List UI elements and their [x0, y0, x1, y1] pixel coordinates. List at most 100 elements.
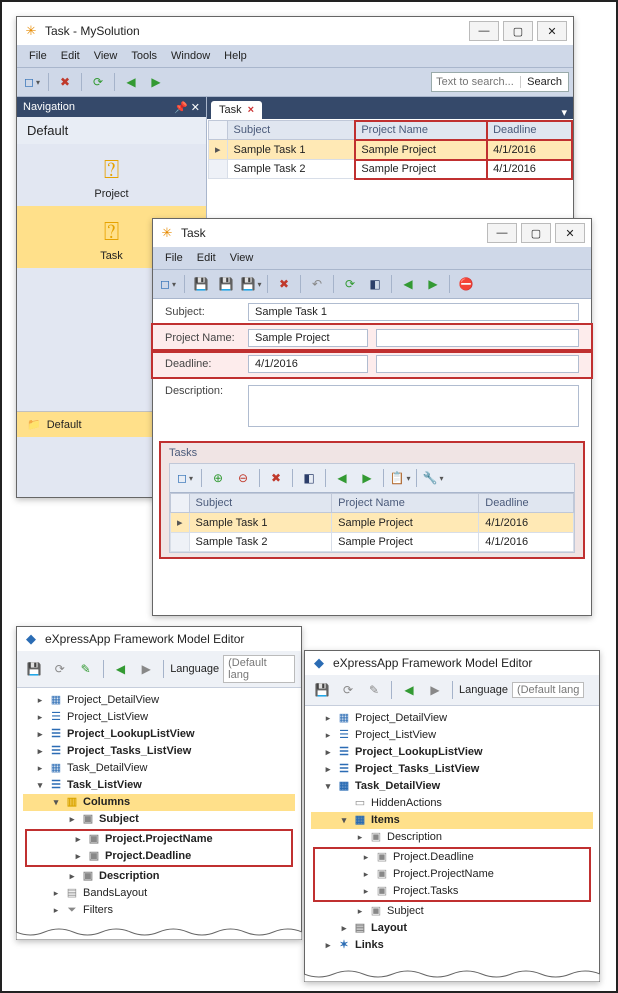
export-button[interactable]: 📋 [389, 467, 411, 489]
new-button[interactable]: ◻ [174, 467, 196, 489]
tree-node[interactable]: Project_LookupListView [67, 726, 195, 743]
deadline-picker[interactable] [376, 355, 579, 373]
refresh-button[interactable]: ⟳ [87, 71, 109, 93]
tree-node[interactable]: Project_LookupListView [355, 744, 483, 761]
maximize-button[interactable]: ▢ [521, 223, 551, 243]
clone-button[interactable]: ◧ [298, 467, 320, 489]
nav-back-button[interactable]: ◀ [397, 273, 419, 295]
clone-button[interactable]: ◧ [364, 273, 386, 295]
delete-button[interactable]: ✖ [54, 71, 76, 93]
nav-forward-button[interactable]: ▶ [424, 679, 446, 701]
table-row[interactable]: Sample Task 2 Sample Project 4/1/2016 [171, 533, 574, 552]
menu-view[interactable]: View [224, 250, 260, 266]
projectname-input[interactable]: Sample Project [248, 329, 368, 347]
close-button[interactable]: ✕ [555, 223, 585, 243]
menu-help[interactable]: Help [218, 48, 253, 64]
tree-node[interactable]: Layout [371, 920, 407, 937]
col-projectname[interactable]: Project Name [355, 121, 487, 140]
tab-close-icon[interactable]: × [248, 104, 254, 116]
col-projectname[interactable]: Project Name [332, 494, 479, 513]
tree-node[interactable]: BandsLayout [83, 885, 147, 902]
nav-item-project[interactable]: ⍰ Project [17, 144, 206, 206]
tree-node[interactable]: Project.ProjectName [105, 831, 213, 848]
table-row[interactable]: ▸ Sample Task 1 Sample Project 4/1/2016 [171, 513, 574, 533]
tree-node[interactable]: Description [387, 829, 442, 846]
task-grid[interactable]: Subject Project Name Deadline ▸ Sample T… [208, 120, 572, 179]
save-button[interactable]: 💾 [190, 273, 212, 295]
projectname-lookup[interactable] [376, 329, 579, 347]
minimize-button[interactable]: — [487, 223, 517, 243]
diff-button[interactable]: ✎ [75, 658, 97, 680]
delete-button[interactable]: ✖ [273, 273, 295, 295]
table-row[interactable]: ▸ Sample Task 1 Sample Project 4/1/2016 [209, 140, 572, 160]
tree-node[interactable]: Task_DetailView [67, 760, 148, 777]
nav-back-button[interactable]: ◀ [120, 71, 142, 93]
nav-forward-button[interactable]: ▶ [135, 658, 157, 680]
language-selector[interactable]: (Default lang [223, 655, 295, 683]
menu-edit[interactable]: Edit [55, 48, 86, 64]
tree-node[interactable]: Project_DetailView [67, 692, 159, 709]
refresh-button[interactable]: ⟳ [339, 273, 361, 295]
tab-dropdown-icon[interactable]: ▾ [555, 106, 573, 119]
nav-forward-button[interactable]: ▶ [145, 71, 167, 93]
new-button[interactable]: ◻ [21, 71, 43, 93]
tree-node[interactable]: Project_ListView [67, 709, 148, 726]
delete-button[interactable]: ✖ [265, 467, 287, 489]
pin-icon[interactable]: 📌 ✕ [174, 101, 200, 114]
nav-forward-button[interactable]: ▶ [422, 273, 444, 295]
language-selector[interactable]: (Default lang [512, 682, 584, 698]
tree-node[interactable]: Project.Deadline [393, 849, 474, 866]
close-button[interactable]: ✕ [537, 21, 567, 41]
tab-task[interactable]: Task × [211, 101, 262, 119]
tree-node[interactable]: HiddenActions [371, 795, 442, 812]
menu-tools[interactable]: Tools [125, 48, 163, 64]
nav-forward-button[interactable]: ▶ [356, 467, 378, 489]
model-tree[interactable]: ▸▦Project_DetailView ▸☰Project_ListView … [305, 706, 599, 964]
tree-node[interactable]: Project_DetailView [355, 710, 447, 727]
tree-node[interactable]: Project_ListView [355, 727, 436, 744]
refresh-button[interactable]: ⟳ [49, 658, 71, 680]
menu-window[interactable]: Window [165, 48, 216, 64]
nav-back-button[interactable]: ◀ [331, 467, 353, 489]
col-subject[interactable]: Subject [189, 494, 332, 513]
save-close-button[interactable]: 💾 [215, 273, 237, 295]
save-button[interactable]: 💾 [23, 658, 45, 680]
tree-node[interactable]: Task_DetailView [355, 778, 440, 795]
tree-node[interactable]: Project_Tasks_ListView [67, 743, 191, 760]
diff-button[interactable]: ✎ [363, 679, 385, 701]
nested-tasks-grid[interactable]: Subject Project Name Deadline ▸ Sample T… [170, 493, 574, 552]
menu-file[interactable]: File [23, 48, 53, 64]
col-deadline[interactable]: Deadline [479, 494, 574, 513]
tree-node[interactable]: Filters [83, 902, 113, 919]
close-record-button[interactable]: ⛔ [455, 273, 477, 295]
new-button[interactable]: ◻ [157, 273, 179, 295]
tree-node[interactable]: Description [99, 868, 160, 885]
tree-node[interactable]: Task_ListView [67, 777, 142, 794]
model-tree[interactable]: ▸▦Project_DetailView ▸☰Project_ListView … [17, 688, 301, 929]
col-deadline[interactable]: Deadline [487, 121, 572, 140]
deadline-input[interactable]: 4/1/2016 [248, 355, 368, 373]
menu-view[interactable]: View [88, 48, 124, 64]
undo-button[interactable]: ↶ [306, 273, 328, 295]
tools-button[interactable]: 🔧 [422, 467, 444, 489]
tree-node[interactable]: Subject [99, 811, 139, 828]
nav-back-button[interactable]: ◀ [398, 679, 420, 701]
search-input[interactable] [432, 76, 520, 88]
unlink-button[interactable]: ⊖ [232, 467, 254, 489]
tree-node[interactable]: Project_Tasks_ListView [355, 761, 479, 778]
maximize-button[interactable]: ▢ [503, 21, 533, 41]
nav-back-button[interactable]: ◀ [110, 658, 132, 680]
menu-edit[interactable]: Edit [191, 250, 222, 266]
tree-node[interactable]: Project.ProjectName [393, 866, 494, 883]
tree-node[interactable]: Subject [387, 903, 424, 920]
subject-input[interactable]: Sample Task 1 [248, 303, 579, 321]
col-subject[interactable]: Subject [227, 121, 355, 140]
tree-node[interactable]: Columns [83, 794, 130, 811]
tree-node[interactable]: Project.Deadline [105, 848, 191, 865]
save-new-button[interactable]: 💾 [240, 273, 262, 295]
minimize-button[interactable]: — [469, 21, 499, 41]
description-textarea[interactable] [248, 385, 579, 427]
tree-node[interactable]: Links [355, 937, 384, 954]
table-row[interactable]: Sample Task 2 Sample Project 4/1/2016 [209, 160, 572, 179]
tree-node[interactable]: Items [371, 812, 400, 829]
